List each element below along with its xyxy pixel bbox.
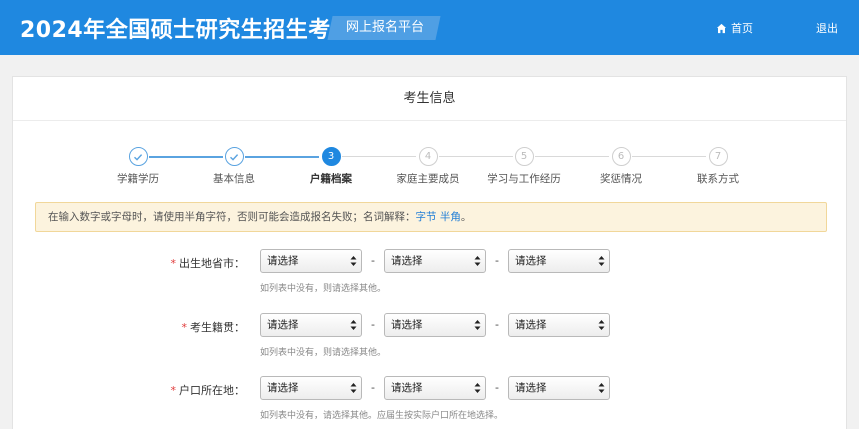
select-arrows-icon [598, 383, 605, 393]
step-label: 家庭主要成员 [396, 173, 460, 185]
select-value: 请选择 [391, 255, 423, 267]
step-label: 学习与工作经历 [487, 173, 561, 185]
select-arrows-icon [474, 256, 481, 266]
step-label: 奖惩情况 [600, 173, 642, 185]
select-arrows-icon [350, 383, 357, 393]
native-place-hint: 如列表中没有，则请选择其他。 [260, 348, 387, 358]
separator: - [495, 254, 499, 267]
household-hint: 如列表中没有，请选择其他。应届生按实际户口所在地选择。 [260, 411, 504, 421]
select-value: 请选择 [515, 255, 547, 267]
top-navbar: 2024年全国硕士研究生招生考试 网上报名平台 首页 退出 [0, 0, 859, 55]
birthplace-hint: 如列表中没有，则请选择其他。 [260, 284, 387, 294]
birthplace-province-select[interactable]: 请选择 [260, 249, 362, 273]
app-title: 2024年全国硕士研究生招生考试 [20, 18, 354, 43]
step-label: 户籍档案 [310, 173, 352, 185]
household-county-select[interactable]: 请选择 [508, 376, 610, 400]
select-value: 请选择 [267, 382, 299, 394]
required-mark: * [170, 384, 177, 397]
step-number: 7 [708, 147, 728, 166]
card-title: 考生信息 [13, 77, 846, 121]
native-place-county-select[interactable]: 请选择 [508, 313, 610, 337]
select-value: 请选择 [391, 382, 423, 394]
native-place-city-select[interactable]: 请选择 [384, 313, 486, 337]
separator: - [495, 318, 499, 331]
check-icon [134, 153, 143, 161]
step-label: 学籍学历 [117, 173, 159, 185]
check-icon [230, 153, 239, 161]
step-number: 3 [321, 147, 341, 166]
step-7: 7 联系方式 [673, 147, 763, 186]
step-5: 5 学习与工作经历 [479, 147, 569, 186]
step-2[interactable]: 基本信息 [189, 147, 279, 186]
birthplace-city-select[interactable]: 请选择 [384, 249, 486, 273]
native-place-label: * 考生籍贯： [13, 319, 246, 335]
household-label: * 户口所在地： [13, 382, 246, 398]
select-value: 请选择 [515, 382, 547, 394]
separator: - [495, 381, 499, 394]
select-arrows-icon [598, 320, 605, 330]
step-number: 4 [418, 147, 438, 166]
home-label: 首页 [731, 22, 753, 35]
household-province-select[interactable]: 请选择 [260, 376, 362, 400]
required-mark: * [170, 257, 177, 270]
separator: - [371, 381, 375, 394]
step-number: 6 [611, 147, 631, 166]
select-arrows-icon [350, 320, 357, 330]
platform-label: 网上报名平台 [346, 20, 425, 35]
separator: - [371, 318, 375, 331]
step-1[interactable]: 学籍学历 [93, 147, 183, 186]
select-arrows-icon [350, 256, 357, 266]
home-link[interactable]: 首页 [716, 20, 753, 36]
birthplace-label-text: 出生地省市： [179, 257, 245, 270]
select-arrows-icon [474, 383, 481, 393]
select-value: 请选择 [391, 319, 423, 331]
progress-steps: 学籍学历 基本信息 3 户籍档案 4 家庭主要成员 5 学习与工作经历 6 奖惩… [13, 147, 848, 187]
native-place-province-select[interactable]: 请选择 [260, 313, 362, 337]
notice-text: 在输入数字或字母时，请使用半角字符，否则可能会造成报名失败；名词解释： [48, 211, 416, 223]
separator: - [371, 254, 375, 267]
birthplace-label: * 出生地省市： [13, 255, 246, 271]
select-arrows-icon [474, 320, 481, 330]
info-card: 考生信息 学籍学历 基本信息 3 户籍档案 4 家庭主要成员 5 学习与工作经历… [12, 76, 847, 429]
select-arrows-icon [598, 256, 605, 266]
select-value: 请选择 [515, 319, 547, 331]
birthplace-county-select[interactable]: 请选择 [508, 249, 610, 273]
required-mark: * [181, 321, 188, 334]
step-number: 5 [514, 147, 534, 166]
household-city-select[interactable]: 请选择 [384, 376, 486, 400]
byte-definition-link[interactable]: 字节 [416, 211, 437, 223]
select-value: 请选择 [267, 319, 299, 331]
step-4: 4 家庭主要成员 [383, 147, 473, 186]
step-3[interactable]: 3 户籍档案 [286, 147, 376, 186]
half-width-definition-link[interactable]: 半角 [440, 211, 461, 223]
select-value: 请选择 [267, 255, 299, 267]
step-6: 6 奖惩情况 [576, 147, 666, 186]
step-label: 基本信息 [213, 173, 255, 185]
step-done-marker [224, 147, 244, 166]
household-label-text: 户口所在地： [179, 384, 245, 397]
step-label: 联系方式 [697, 173, 739, 185]
step-done-marker [128, 147, 148, 166]
logout-link[interactable]: 退出 [816, 20, 838, 36]
platform-badge: 网上报名平台 [327, 16, 441, 40]
native-place-label-text: 考生籍贯： [190, 321, 245, 334]
notice-suffix: 。 [460, 211, 472, 223]
home-icon [716, 23, 727, 33]
half-width-notice: 在输入数字或字母时，请使用半角字符，否则可能会造成报名失败；名词解释：字节 半角… [35, 202, 827, 232]
